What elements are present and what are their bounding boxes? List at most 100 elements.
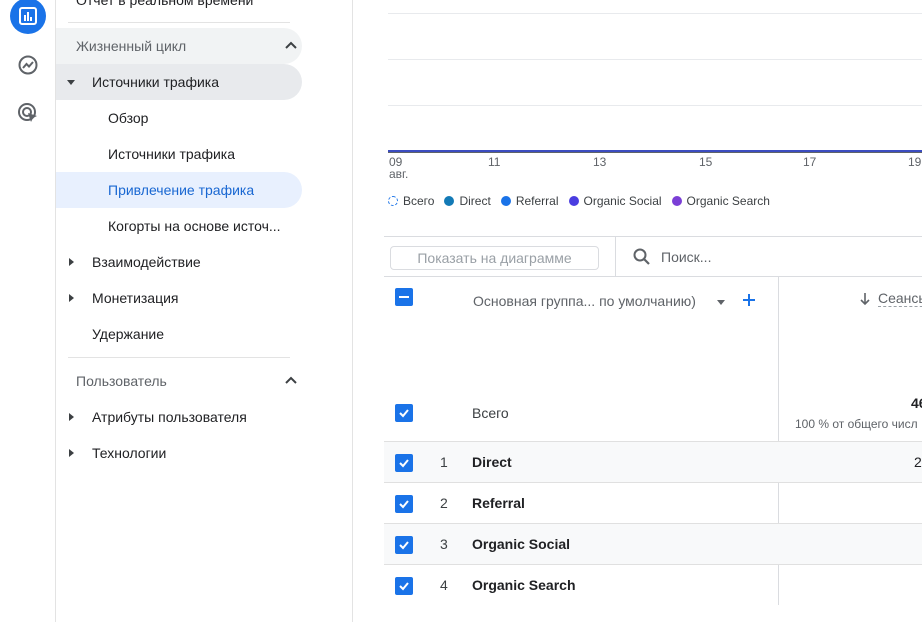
legend-item-organic-search[interactable]: Organic Search [671,194,770,208]
show-on-chart-button[interactable]: Показать на диаграмме [390,246,599,270]
nav-divider [68,22,290,23]
select-all-checkbox[interactable] [395,288,413,306]
nav-item-traffic-sources[interactable]: Источники трафика [108,136,235,172]
row-checkbox[interactable] [395,536,413,554]
chart-gridline [388,105,922,106]
row-label: Organic Social [472,536,571,552]
legend-dot [568,196,579,206]
legend-item-direct[interactable]: Direct [444,194,491,208]
checkmark-icon [399,582,409,591]
nav-group-user-attributes[interactable]: Атрибуты пользователя [69,399,247,435]
table-row[interactable]: 3 Organic Social [384,523,922,564]
indeterminate-icon [399,296,409,298]
legend-dot [444,196,455,206]
nav-item-label: Когорты на основе источ... [108,218,281,234]
table-row[interactable]: 1 Direct 2 [384,441,922,482]
nav-group-acquisition[interactable]: Источники трафика [67,64,219,100]
row-value: 2 [914,454,922,470]
legend-label: Всего [403,194,435,208]
sort-desc-icon[interactable] [858,292,872,306]
legend-item-organic-social[interactable]: Organic Social [568,194,662,208]
section-lifecycle[interactable]: Жизненный цикл [76,28,298,64]
nav-item-cohorts[interactable]: Когорты на основе источ... [108,208,291,244]
metric-header[interactable]: Сеансы [878,290,922,307]
nav-item-label: Обзор [108,110,149,126]
caret-right-icon [69,294,74,302]
search-input[interactable] [661,246,861,268]
legend-item-total[interactable]: Всего [388,194,434,208]
caret-down-icon [67,79,75,85]
row-number: 4 [440,577,448,593]
dimension-dropdown-icon[interactable] [717,300,725,305]
checkmark-icon [399,409,409,418]
section-title: Пользователь [76,373,167,389]
x-tick-label: 11 [488,155,501,169]
x-tick-label: 17 [803,155,817,169]
table-row[interactable]: 4 Organic Search [384,564,922,605]
dimension-header[interactable]: Основная группа... по умолчанию) [473,293,696,309]
nav-item-retention[interactable]: Удержание [92,316,164,352]
x-tick-label-month: авг. [389,167,409,181]
row-number: 2 [440,495,448,511]
section-title: Жизненный цикл [76,38,187,54]
table-row[interactable]: 2 Referral [384,482,922,523]
nav-group-label: Технологии [92,445,167,461]
nav-divider [68,357,290,358]
row-checkbox[interactable] [395,495,413,513]
nav-item-realtime[interactable]: Отчет в реальном времени [76,0,253,18]
caret-right-icon [69,413,74,421]
chevron-up-icon [285,376,297,384]
explore-nav-button[interactable] [10,47,46,83]
chart-gridline [388,59,922,60]
bar-chart-icon [19,7,37,25]
total-label: Всего [472,405,509,421]
total-subtext: 100 % от общего числ [795,417,918,431]
section-user[interactable]: Пользователь [76,363,298,399]
advertising-nav-button[interactable] [10,95,46,131]
legend-label: Direct [459,194,491,208]
nav-item-label: Удержание [92,326,165,342]
legend-item-referral[interactable]: Referral [500,194,559,208]
legend-label: Referral [515,194,559,208]
nav-group-label: Взаимодействие [92,254,201,270]
nav-group-engagement[interactable]: Взаимодействие [69,244,201,280]
row-checkbox[interactable] [395,454,413,472]
reports-nav-panel: Отчет в реальном времени Жизненный цикл … [56,0,353,622]
row-label: Direct [472,454,512,470]
nav-group-tech[interactable]: Технологии [69,435,166,471]
add-dimension-icon[interactable] [742,293,756,307]
nav-group-label: Источники трафика [92,74,220,90]
chart-gridline [388,13,922,14]
ad-target-icon [18,103,37,122]
reports-nav-button[interactable] [10,0,46,34]
chevron-up-icon [285,41,297,49]
row-checkbox[interactable] [395,577,413,595]
checkmark-icon [399,500,409,509]
caret-right-icon [69,449,74,457]
total-value: 46 [911,395,922,411]
nav-item-traffic-acquisition[interactable]: Привлечение трафика [108,172,254,208]
legend-label: Organic Search [686,194,770,208]
total-row-checkbox[interactable] [395,404,413,422]
row-number: 1 [440,454,448,470]
checkmark-icon [399,541,409,550]
toolbar-divider [615,237,616,277]
row-label: Referral [472,495,525,511]
nav-group-monetization[interactable]: Монетизация [69,280,179,316]
legend-dot [671,196,682,206]
table-toolbar: Показать на диаграмме [384,236,922,277]
nav-group-label: Атрибуты пользователя [92,409,247,425]
chart-baseline [388,152,922,153]
nav-item-label: Привлечение трафика [108,182,255,198]
nav-item-overview[interactable]: Обзор [108,100,148,136]
report-main: 09 авг. 11 13 15 17 19 Всего Direct Refe… [353,0,922,622]
x-tick-label: 15 [699,155,713,169]
nav-group-label: Монетизация [92,290,179,306]
nav-item-label: Отчет в реальном времени [76,0,254,8]
row-number: 3 [440,536,448,552]
row-label: Organic Search [472,577,576,593]
search-icon [633,248,650,265]
explore-icon [18,55,38,75]
legend-dot [500,196,511,206]
x-tick-label: 19 [908,155,922,169]
